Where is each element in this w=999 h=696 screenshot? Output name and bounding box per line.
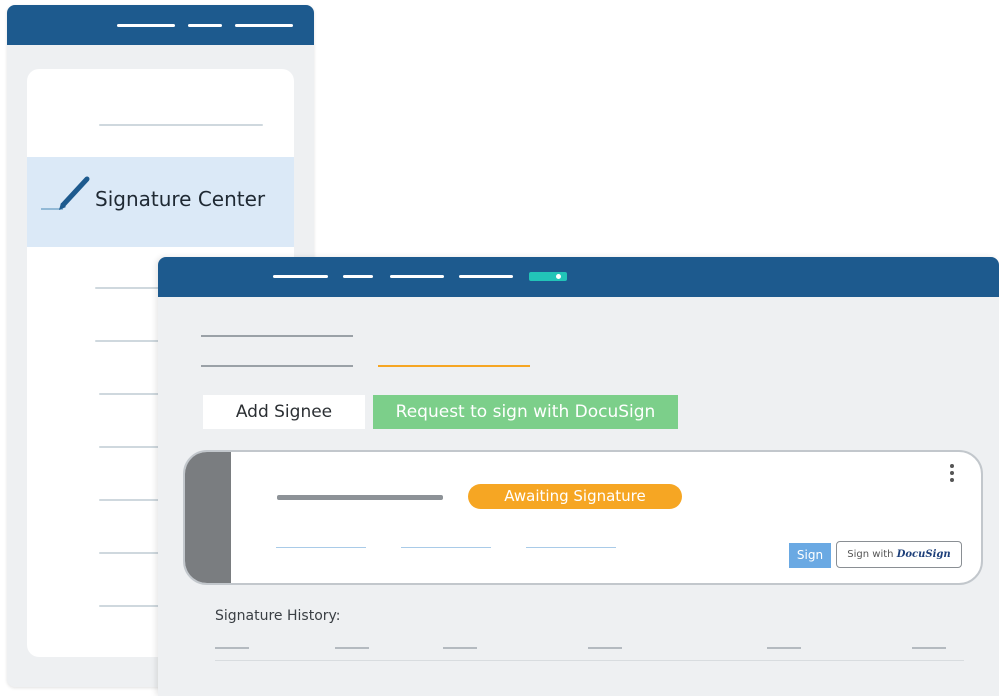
page-title-placeholder: [201, 335, 353, 337]
kebab-menu-icon[interactable]: [948, 464, 956, 484]
document-name-placeholder: [277, 495, 443, 500]
header-nav-line[interactable]: [459, 275, 513, 278]
nav-item-label: Signature Center: [95, 187, 266, 211]
pen-icon: [41, 176, 90, 210]
header-nav-line[interactable]: [390, 275, 444, 278]
sign-with-docusign-button[interactable]: Sign with DocuSign: [836, 541, 962, 568]
header-nav-line[interactable]: [343, 275, 373, 278]
signature-history-label: Signature History:: [215, 608, 341, 624]
field-placeholder: [401, 547, 491, 548]
nav-item-placeholder[interactable]: [99, 124, 263, 126]
back-window-header: [7, 5, 314, 45]
dot-icon: [556, 274, 561, 279]
history-divider: [215, 660, 964, 661]
sign-with-label: Sign with: [847, 549, 894, 560]
header-nav-line[interactable]: [188, 24, 222, 27]
signature-card: Awaiting Signature Sign Sign with DocuSi…: [183, 450, 983, 585]
card-status-strip: [185, 452, 231, 583]
docusign-logo: DocuSign: [896, 549, 951, 560]
status-badge: Awaiting Signature: [468, 484, 682, 509]
header-nav-line[interactable]: [235, 24, 293, 27]
field-placeholder: [526, 547, 616, 548]
header-nav-line[interactable]: [273, 275, 328, 278]
header-nav-line[interactable]: [117, 24, 175, 27]
front-window-header: [158, 257, 999, 297]
sign-button[interactable]: Sign: [789, 543, 831, 568]
history-column-header: [912, 647, 946, 649]
history-column-header: [767, 647, 801, 649]
header-active-tab[interactable]: [529, 272, 567, 281]
history-column-header: [443, 647, 477, 649]
front-window: Add Signee Request to sign with DocuSign…: [158, 257, 999, 696]
docusign-request-button[interactable]: Request to sign with DocuSign: [373, 395, 678, 429]
tab-placeholder[interactable]: [201, 365, 353, 367]
nav-item-signature-center[interactable]: Signature Center: [27, 157, 294, 247]
history-column-header: [215, 647, 249, 649]
history-column-header: [588, 647, 622, 649]
field-placeholder: [276, 547, 366, 548]
add-signee-button[interactable]: Add Signee: [203, 395, 365, 429]
history-column-header: [335, 647, 369, 649]
tab-active-placeholder[interactable]: [378, 365, 530, 367]
